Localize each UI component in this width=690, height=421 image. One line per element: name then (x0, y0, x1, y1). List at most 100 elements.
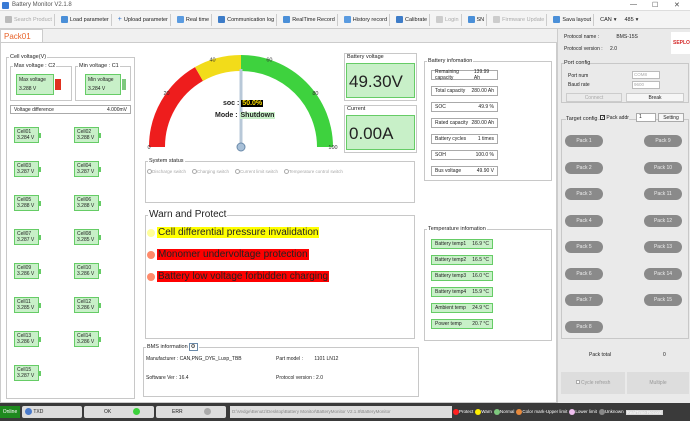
legend-item: Warn (475, 409, 492, 415)
port-num-select[interactable]: COM8 (632, 71, 660, 79)
cell-7: Cell07 3.287 V (14, 229, 41, 245)
bms-info-group (143, 347, 419, 397)
real-time-button[interactable]: Real time (175, 13, 213, 26)
toolbar: Search Product Load parameter + Upload pa… (0, 11, 690, 29)
check-icon: ✓ (600, 115, 606, 121)
folder-icon (60, 16, 68, 23)
pack-button[interactable]: Pack 6 (565, 267, 603, 280)
cell-1: Cell01 3.284 V (14, 127, 41, 143)
max-voltage-label: Max voltage : C2 (13, 63, 57, 69)
pack-button[interactable]: Pack 12 (644, 214, 682, 227)
txd-indicator: TXD (22, 406, 82, 418)
pack-button[interactable]: Pack 5 (565, 241, 603, 253)
cell-12: Cell12 3.286 V (74, 297, 101, 313)
pack-button[interactable]: Pack 11 (644, 188, 682, 200)
pack-addr-checkbox[interactable]: ✓ Pack addr (600, 115, 629, 121)
pack-button[interactable]: Pack 3 (565, 188, 603, 200)
pack-button[interactable]: Pack 8 (565, 320, 603, 333)
tab-pack01[interactable]: Pack01 (0, 29, 43, 42)
communication-log-button[interactable]: Communication log (216, 13, 278, 26)
close-icon[interactable]: ✕ (674, 1, 680, 9)
history-record-button[interactable]: History record (342, 13, 391, 26)
upload-parameter-button[interactable]: + Upload parameter (116, 13, 171, 26)
connect-button[interactable]: Connect (566, 93, 622, 102)
cell-8: Cell08 3.285 V (74, 229, 101, 245)
chevron-down-icon: ▾ (613, 16, 617, 23)
save-layout-button[interactable]: Sava layout (551, 13, 595, 26)
pack-button[interactable]: Pack 15 (644, 294, 682, 306)
cell-11: Cell11 3.285 V (14, 297, 41, 313)
pack-button[interactable]: Pack 14 (644, 267, 682, 280)
baud-select[interactable]: 485 ▾ (622, 14, 640, 26)
temperature-row: Power temp 20.7 °C (431, 319, 493, 329)
firmware-icon (493, 16, 501, 23)
discharge-switch: Discharge switch (147, 169, 186, 175)
can-select[interactable]: CAN ▾ (598, 14, 618, 26)
firmware-update-button[interactable]: Firmware Update (491, 13, 548, 26)
mode-label: Mode : Shutdown (215, 112, 276, 119)
charging-switch: Charging switch (192, 169, 229, 175)
battery_info-row: Battery cycles 1 times (431, 134, 498, 144)
search-icon (5, 16, 12, 23)
battery_info-row: Rated capacity 280.00 Ah (431, 118, 498, 128)
warn-dot-icon (147, 228, 155, 237)
calibrate-icon (396, 16, 404, 23)
pack-total-label: Pack total (589, 352, 611, 358)
login-icon (436, 16, 444, 23)
cell-5: Cell05 3.288 V (14, 195, 41, 211)
title-bar: Battery Monitor V2.1.8 — ☐ ✕ (0, 0, 690, 11)
pack-addr-input[interactable]: 1 (636, 113, 656, 122)
pack-button[interactable]: Pack 4 (565, 214, 603, 227)
calibrate-button[interactable]: Calibrate (394, 13, 431, 26)
right-panel: Protocol name : BMS-15S Protocol version… (557, 29, 690, 403)
realtime-record-button[interactable]: RealTime Record (281, 13, 338, 26)
system-status-title: System status (148, 158, 185, 164)
gauge-red-arc (148, 67, 204, 148)
break-button[interactable]: Break (626, 93, 684, 102)
setting-button[interactable]: Setting (658, 113, 684, 122)
sn-button[interactable]: SN (466, 13, 488, 26)
window-title: Battery Monitor V2.1.8 (12, 2, 72, 8)
cell-2: Cell02 3.288 V (74, 127, 101, 143)
brand-logo: SEPLOS (671, 32, 690, 54)
pack-button[interactable]: Pack 1 (565, 135, 603, 147)
pack-button[interactable]: Pack 7 (565, 294, 603, 306)
baud-rate-select[interactable]: 9600 (632, 81, 660, 89)
cycle-refresh-button[interactable]: Cycle refresh (561, 372, 625, 394)
search-product-button[interactable]: Search Product (3, 13, 55, 26)
mode-value: Shutdown (239, 112, 276, 119)
load-parameter-button[interactable]: Load parameter (59, 13, 112, 26)
checkbox-icon (575, 380, 580, 384)
pack-button[interactable]: Pack 9 (644, 135, 682, 147)
max-voltage-cell: Max voltage 3.288 V (16, 74, 54, 95)
gauge-tick-40: 40 (210, 58, 216, 64)
current-title: Current (347, 106, 366, 112)
minimize-icon[interactable]: — (630, 1, 637, 8)
warn-text: Battery low voltage forbidden charging (157, 271, 330, 282)
bms-manufacturer: Manufacturer : CAN,PNG_DYE_Luxp_TBB (146, 356, 242, 362)
pack-button[interactable]: Pack 10 (644, 161, 682, 174)
cell-3: Cell03 3.287 V (14, 161, 41, 177)
bms-part-model: Part model : 1101 LN12 (276, 356, 339, 362)
legend-item: Lower limit (569, 409, 597, 415)
multiple-button[interactable]: Multiple (627, 372, 689, 394)
current-limit-switch: Current limit switch (235, 169, 278, 175)
warn-item: Battery low voltage forbidden charging (147, 271, 330, 282)
info-icon[interactable]: ⚙ (188, 343, 198, 351)
temperature-row: Ambient temp 24.9 °C (431, 303, 493, 313)
pack-button[interactable]: Pack 13 (644, 241, 682, 253)
gauge-tick-60: 60 (266, 58, 272, 64)
history-icon (343, 16, 351, 23)
maximize-icon[interactable]: ☐ (652, 1, 658, 9)
pack-button[interactable]: Pack 2 (565, 161, 603, 174)
temperature-title: Temperature infomation (427, 226, 487, 232)
bms-protocol-version: Protocol version : 2.0 (276, 375, 323, 381)
main-panel: Cell voltage(V) Max voltage : C2 Max vol… (0, 42, 557, 403)
max-voltage-terminal (55, 79, 61, 90)
protocol-name: Protocol name : BMS-15S (564, 34, 638, 40)
chevron-down-icon: ▾ (635, 16, 639, 23)
login-button[interactable]: Login (434, 13, 462, 26)
battery-info-title: Battery infomation (427, 58, 474, 64)
color-legend: Protect Warn Normal Color mark-Upper limit L… (453, 406, 663, 418)
ok-led-icon (132, 408, 140, 416)
